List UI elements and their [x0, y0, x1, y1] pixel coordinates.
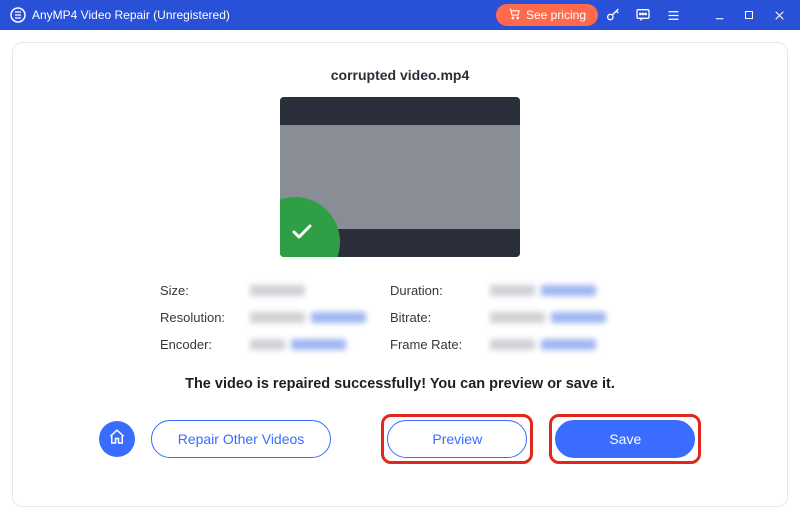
duration-label: Duration:	[390, 283, 490, 298]
bitrate-label: Bitrate:	[390, 310, 490, 325]
app-logo-icon	[10, 7, 26, 23]
video-details: Size: Duration: Resolution: Bitrate: Enc…	[160, 283, 640, 352]
home-icon	[108, 428, 126, 451]
success-check-icon	[290, 220, 314, 249]
resolution-label: Resolution:	[160, 310, 250, 325]
app-title: AnyMP4 Video Repair (Unregistered)	[32, 8, 230, 22]
save-highlight: Save	[549, 414, 701, 464]
resolution-value	[250, 310, 390, 325]
result-card: corrupted video.mp4 Size: Duration: Reso…	[12, 42, 788, 507]
preview-highlight: Preview	[381, 414, 533, 464]
encoder-value	[250, 337, 390, 352]
encoder-label: Encoder:	[160, 337, 250, 352]
success-message: The video is repaired successfully! You …	[185, 376, 615, 392]
size-value	[250, 283, 390, 298]
action-row: Repair Other Videos Preview Save	[99, 414, 702, 464]
file-name: corrupted video.mp4	[331, 67, 469, 83]
preview-button[interactable]: Preview	[387, 420, 527, 458]
video-thumbnail	[280, 97, 520, 257]
app-window: AnyMP4 Video Repair (Unregistered) See p…	[0, 0, 800, 519]
menu-icon[interactable]	[658, 0, 688, 30]
title-bar: AnyMP4 Video Repair (Unregistered) See p…	[0, 0, 800, 30]
minimize-button[interactable]	[704, 0, 734, 30]
duration-value	[490, 283, 640, 298]
repair-other-videos-button[interactable]: Repair Other Videos	[151, 420, 332, 458]
home-button[interactable]	[99, 421, 135, 457]
feedback-icon[interactable]	[628, 0, 658, 30]
content-area: corrupted video.mp4 Size: Duration: Reso…	[0, 30, 800, 519]
see-pricing-label: See pricing	[526, 8, 586, 22]
frame-rate-value	[490, 337, 640, 352]
close-button[interactable]	[764, 0, 794, 30]
see-pricing-button[interactable]: See pricing	[496, 4, 598, 26]
bitrate-value	[490, 310, 640, 325]
maximize-button[interactable]	[734, 0, 764, 30]
size-label: Size:	[160, 283, 250, 298]
cart-icon	[508, 7, 521, 23]
frame-rate-label: Frame Rate:	[390, 337, 490, 352]
save-button[interactable]: Save	[555, 420, 695, 458]
key-icon[interactable]	[598, 0, 628, 30]
